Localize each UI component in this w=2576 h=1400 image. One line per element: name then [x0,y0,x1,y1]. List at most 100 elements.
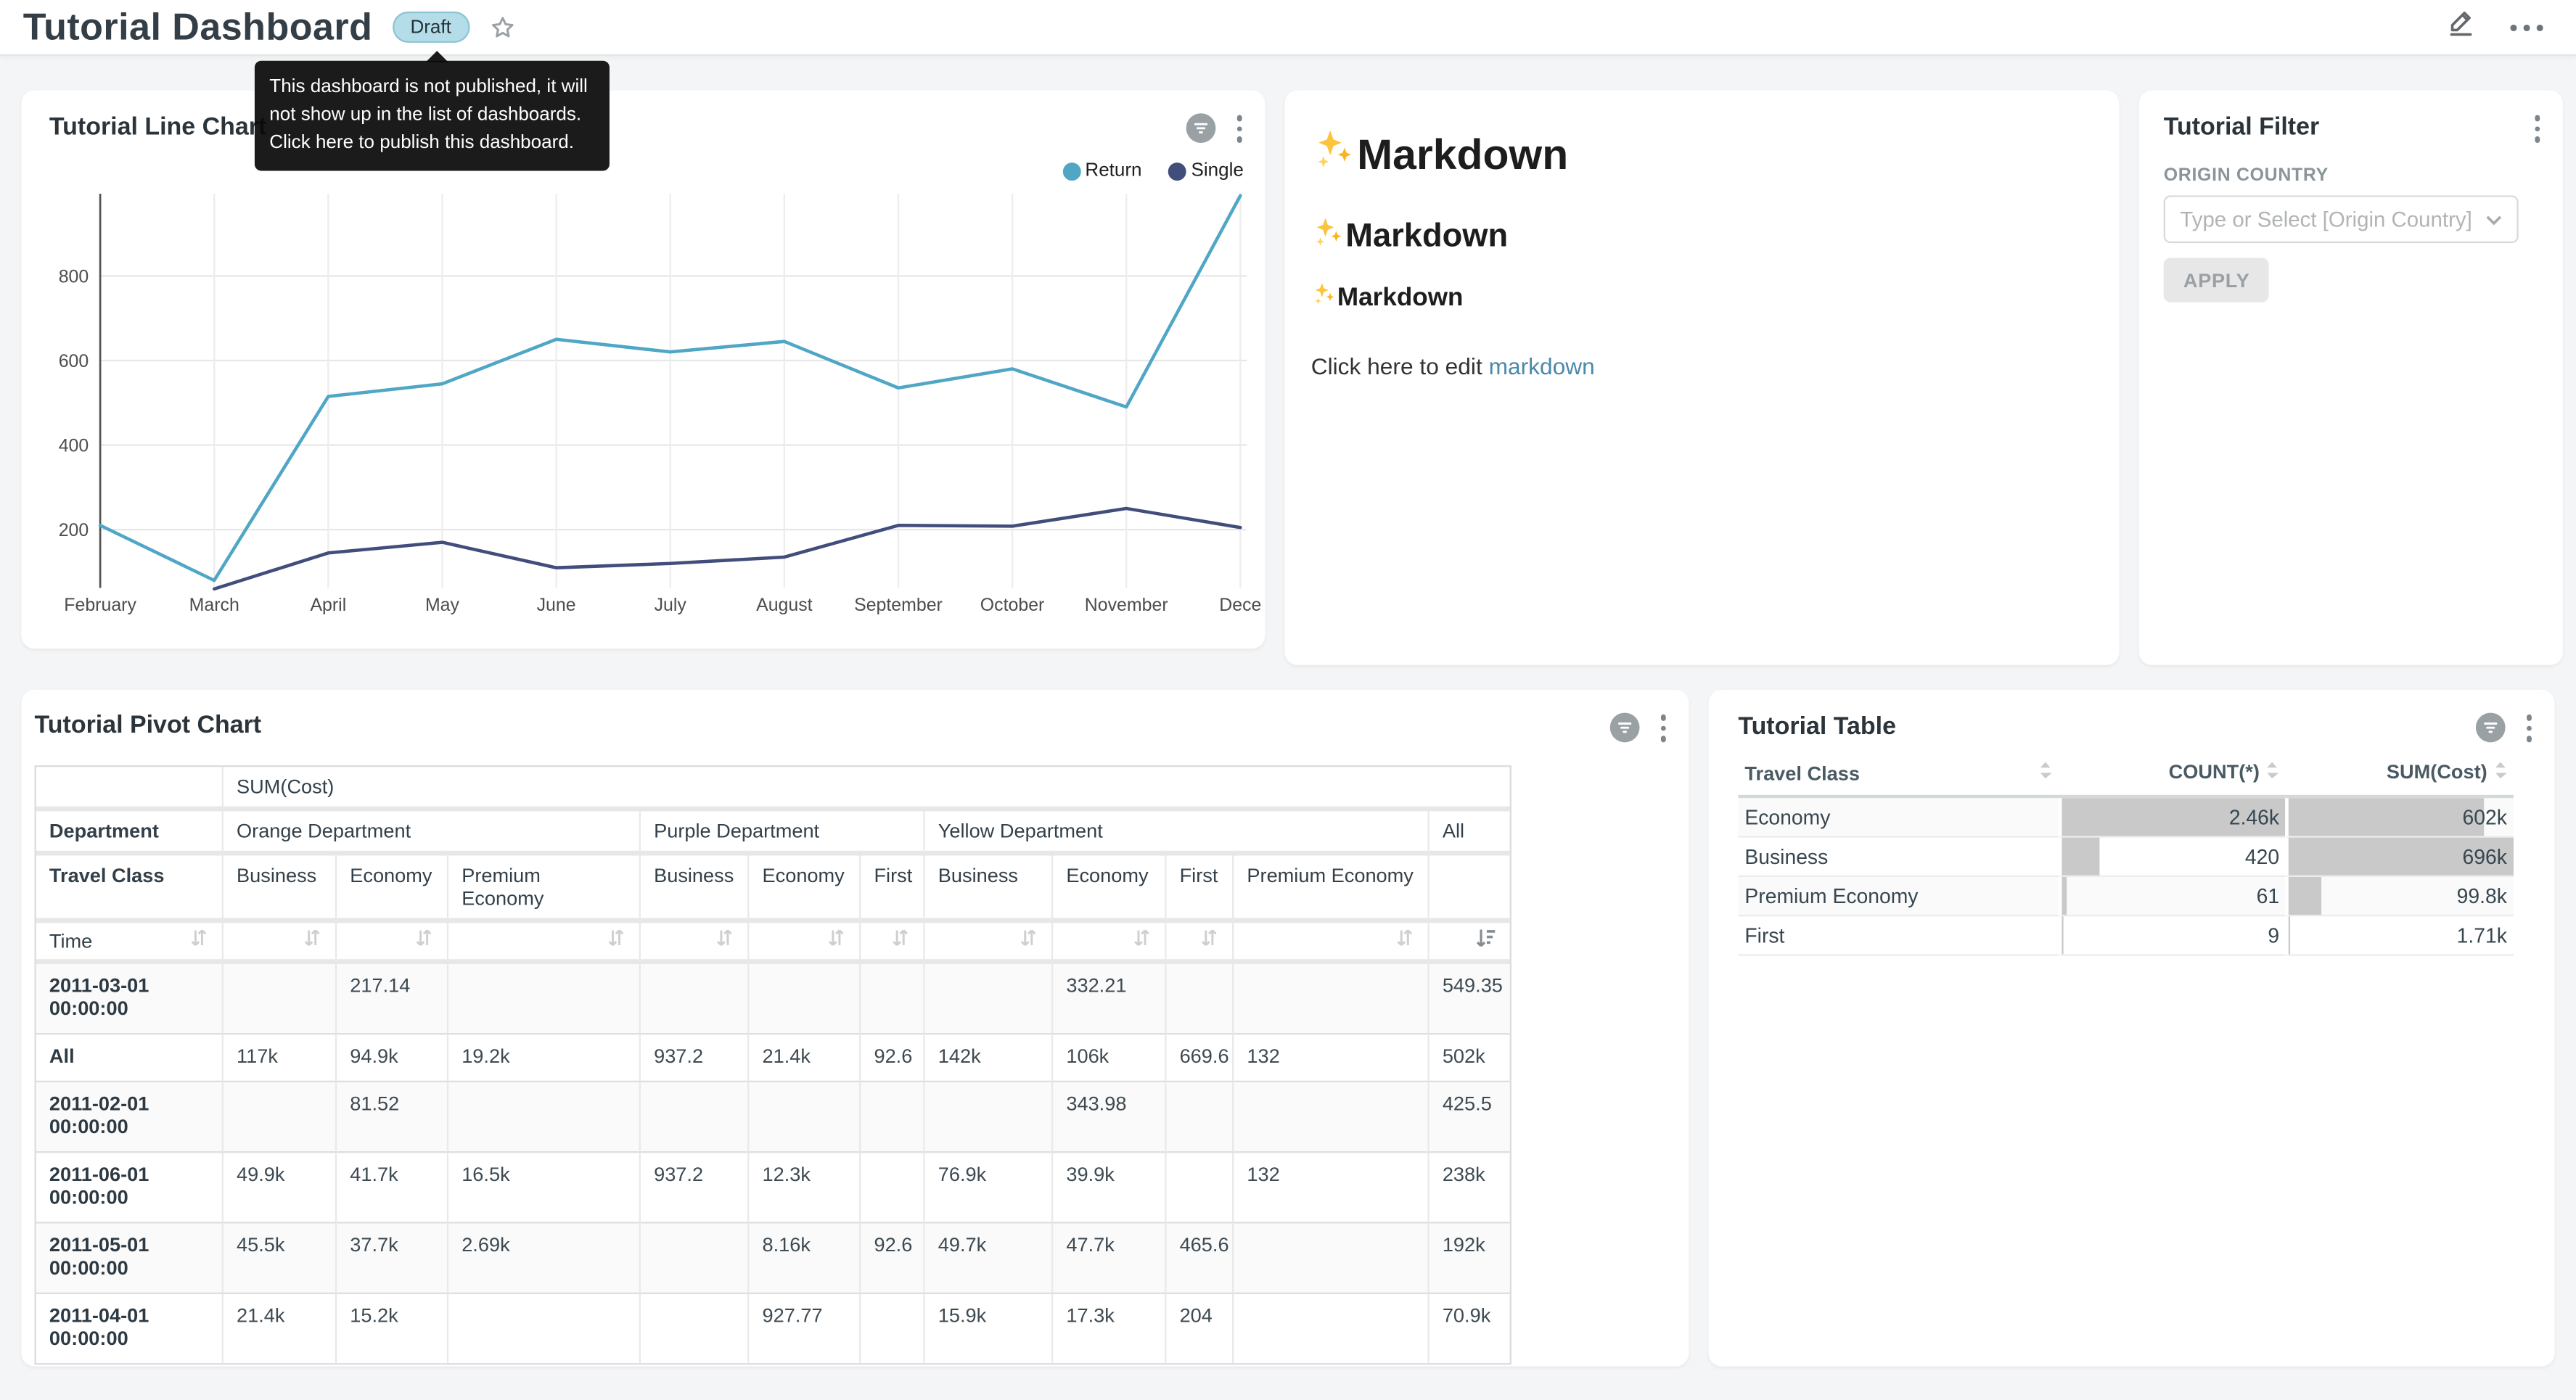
svg-text:October: October [980,595,1045,615]
sparkles-icon [1311,281,1337,316]
svg-text:600: 600 [59,351,89,371]
pivot-group-header: Yellow Department [925,811,1429,855]
pivot-col-header: First [1166,856,1234,923]
column-header-sum[interactable]: SUM(Cost) [2286,752,2514,798]
sort-icon[interactable] [414,928,434,952]
sum-cell: 602k [2286,798,2514,837]
favorite-star-icon[interactable] [489,14,515,40]
table-row[interactable]: Business420696k [1738,838,2514,877]
draft-tooltip: This dashboard is not published, it will… [255,61,610,171]
markdown-card[interactable]: Markdown Markdown Markdown Click here to… [1284,91,2119,665]
pivot-title: Tutorial Pivot Chart [35,711,262,738]
table-title: Tutorial Table [1738,713,1896,741]
pivot-row: 2011-04-01 00:00:0021.4k15.2k927.7715.9k… [36,1294,1510,1363]
count-cell: 2.46k [2058,798,2286,837]
sort-icon[interactable] [1132,928,1152,952]
sort-icon[interactable] [826,928,846,952]
pivot-cell: 132 [1234,1034,1429,1082]
table-menu-icon[interactable] [2522,711,2535,744]
sorter-icon [2266,760,2279,785]
filter-indicator-icon[interactable] [1609,713,1639,743]
pivot-col-header [1429,856,1510,923]
pivot-cell [749,964,861,1034]
svg-text:200: 200 [59,520,89,540]
sparkles-icon [1311,215,1346,260]
status-badge[interactable]: Draft [393,12,469,43]
pivot-menu-icon[interactable] [1657,711,1669,744]
pivot-cell: 8.16k [749,1224,861,1294]
count-cell: 61 [2058,877,2286,916]
pivot-row-header: All [36,1034,223,1082]
sort-icon[interactable] [303,928,322,952]
pivot-row-header: 2011-06-01 00:00:00 [36,1153,223,1223]
pivot-cell [448,964,641,1034]
column-header-count[interactable]: COUNT(*) [2058,752,2286,798]
pivot-col-header: Business [925,856,1054,923]
table-row[interactable]: Premium Economy6199.8k [1738,877,2514,916]
pivot-cell: 16.5k [448,1153,641,1223]
pivot-cell: 937.2 [641,1034,749,1082]
pivot-cell: 92.6 [861,1034,924,1082]
origin-country-select[interactable]: Type or Select [Origin Country] [2164,195,2519,243]
header-actions [2445,7,2553,48]
sort-icon[interactable] [1019,928,1038,952]
table-toolbar [2475,711,2535,744]
filter-indicator-icon[interactable] [2475,713,2505,743]
sort-icon[interactable] [1395,928,1414,952]
dashboard-header: Tutorial Dashboard Draft [0,0,2576,56]
svg-text:800: 800 [59,266,89,287]
pivot-row-dim-label: Department [36,811,223,855]
svg-text:February: February [64,595,136,615]
pivot-cell: 15.9k [925,1294,1054,1363]
filter-toolbar [2531,112,2543,145]
table-card: Tutorial Table Travel ClassCOUNT(*)SUM(C… [1709,690,2555,1367]
pivot-group-header: Purple Department [641,811,925,855]
pivot-cell: 19.2k [448,1034,641,1082]
pivot-cell: 204 [1166,1294,1234,1363]
sort-icon[interactable] [189,928,208,952]
travel-class-cell: Premium Economy [1738,877,2058,916]
pivot-cell [1234,1082,1429,1153]
column-header-travel-class[interactable]: Travel Class [1738,752,2058,798]
pivot-cell: 12.3k [749,1153,861,1223]
markdown-content: Markdown Markdown Markdown Click here to… [1311,126,2093,379]
svg-text:June: June [537,595,576,615]
sort-icon[interactable] [890,928,910,952]
sort-icon[interactable] [715,928,734,952]
pivot-cell: 70.9k [1429,1294,1510,1363]
pivot-cell [1234,1294,1429,1363]
pivot-cell [861,1294,924,1363]
more-actions-icon[interactable] [2510,24,2543,30]
sort-icon[interactable] [606,928,625,952]
filter-menu-icon[interactable] [2531,112,2543,145]
line-chart: 200400600800FebruaryMarchAprilMayJuneJul… [21,91,1265,649]
pivot-cell [925,964,1054,1034]
travel-class-cell: Business [1738,838,2058,877]
filter-title: Tutorial Filter [2164,113,2319,141]
sparkles-icon [1311,126,1357,184]
chevron-down-icon [2485,205,2502,234]
pivot-row-header: 2011-03-01 00:00:00 [36,964,223,1034]
filter-field-label: ORIGIN COUNTRY [2164,166,2329,186]
pivot-cell [749,1082,861,1153]
table-row[interactable]: First91.71k [1738,916,2514,955]
edit-pencil-icon[interactable] [2445,7,2477,48]
sort-icon[interactable] [1199,928,1219,952]
svg-text:400: 400 [59,436,89,456]
travel-class-cell: Economy [1738,798,2058,837]
pivot-cell [861,1153,924,1223]
pivot-cell [1166,1082,1234,1153]
pivot-cell: 142k [925,1034,1054,1082]
markdown-edit-link[interactable]: markdown [1489,353,1595,379]
pivot-cell: 465.6 [1166,1224,1234,1294]
apply-button[interactable]: APPLY [2164,258,2270,302]
pivot-cell: 106k [1053,1034,1166,1082]
sort-desc-icon[interactable] [1475,928,1496,952]
pivot-cell: 217.14 [337,964,448,1034]
pivot-cell [448,1294,641,1363]
pivot-measure-label: SUM(Cost) [223,767,1510,811]
svg-text:November: November [1085,595,1168,615]
table-row[interactable]: Economy2.46k602k [1738,798,2514,837]
svg-text:April: April [310,595,346,615]
svg-text:August: August [756,595,813,615]
